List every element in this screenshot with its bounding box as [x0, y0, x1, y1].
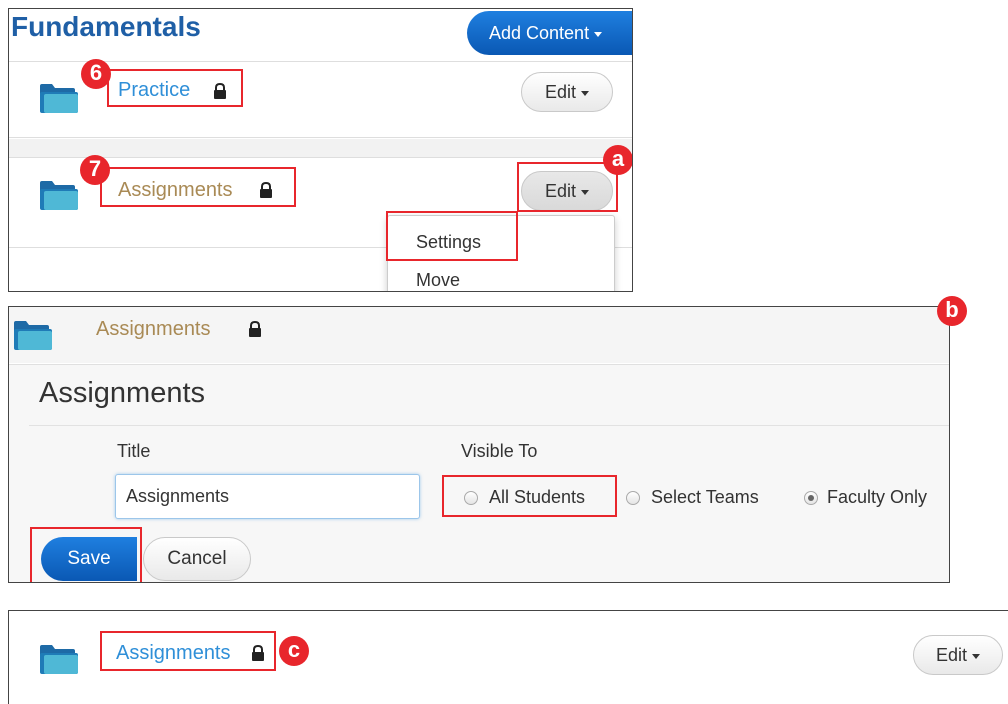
radio-all-students[interactable]	[464, 491, 478, 505]
step-badge-b: b	[937, 296, 967, 326]
chevron-down-icon	[581, 90, 590, 96]
folder-icon	[39, 179, 79, 211]
folder-link-practice[interactable]: Practice	[118, 79, 190, 102]
add-content-button[interactable]: Add Content	[467, 11, 632, 55]
folder-settings-panel: Assignments Assignments Title Visible To…	[8, 306, 950, 583]
edit-button-open[interactable]: Edit	[521, 171, 613, 211]
result-panel: Assignments Edit c	[8, 610, 1008, 704]
visible-to-label: Visible To	[461, 441, 538, 461]
folder-icon	[39, 82, 79, 114]
chevron-down-icon	[581, 189, 590, 195]
edit-button[interactable]: Edit	[521, 72, 613, 112]
lock-icon	[213, 83, 227, 99]
radio-label-faculty-only[interactable]: Faculty Only	[827, 487, 927, 508]
radio-select-teams[interactable]	[626, 491, 640, 505]
folder-link-assignments[interactable]: Assignments	[118, 179, 233, 202]
edit-dropdown-menu: Settings Move	[387, 215, 615, 291]
divider	[9, 137, 632, 138]
step-badge-6: 6	[81, 59, 111, 89]
add-content-label: Add Content	[489, 23, 590, 43]
form-heading: Assignments	[39, 377, 206, 409]
lock-icon	[248, 321, 262, 337]
row-separator	[9, 139, 632, 157]
folder-icon	[39, 643, 79, 675]
step-badge-7: 7	[80, 155, 110, 185]
save-button[interactable]: Save	[41, 537, 137, 581]
lock-icon	[251, 645, 265, 661]
folder-link-assignments[interactable]: Assignments	[116, 642, 231, 665]
divider	[29, 425, 949, 426]
radio-label-all-students[interactable]: All Students	[489, 487, 585, 508]
step-badge-a: a	[603, 145, 632, 175]
page-title: Fundamentals	[11, 11, 201, 42]
step-badge-c: c	[279, 636, 309, 666]
folder-label: Assignments	[96, 318, 211, 340]
chevron-down-icon	[972, 653, 981, 659]
radio-faculty-only[interactable]	[804, 491, 818, 505]
folder-icon	[13, 319, 53, 351]
title-label: Title	[117, 441, 151, 461]
cancel-button[interactable]: Cancel	[143, 537, 251, 581]
chevron-down-icon	[594, 31, 603, 37]
content-list-panel: Fundamentals Add Content Practice Edit A…	[8, 8, 633, 292]
radio-label-select-teams[interactable]: Select Teams	[651, 487, 759, 508]
menu-item-settings[interactable]: Settings	[416, 232, 481, 253]
edit-button[interactable]: Edit	[913, 635, 1003, 675]
menu-item-move[interactable]: Move	[416, 270, 460, 291]
title-input[interactable]	[115, 474, 420, 519]
lock-icon	[259, 182, 273, 198]
